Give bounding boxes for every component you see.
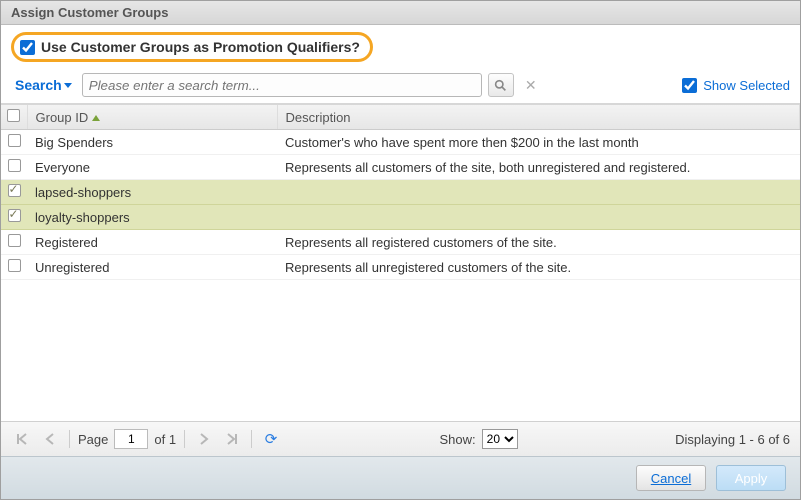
use-qualifiers-checkbox[interactable]: [20, 40, 35, 55]
qualifier-highlight: Use Customer Groups as Promotion Qualifi…: [11, 32, 373, 62]
table-row[interactable]: lapsed-shoppers: [1, 180, 800, 205]
search-input[interactable]: [82, 73, 482, 97]
last-page-icon: [225, 432, 239, 446]
column-header-description[interactable]: Description: [277, 105, 800, 130]
row-checkbox-cell[interactable]: [1, 130, 27, 155]
show-selected-label: Show Selected: [703, 78, 790, 93]
row-description: Customer's who have spent more then $200…: [277, 130, 800, 155]
first-page-icon: [15, 432, 29, 446]
checkbox-icon: [8, 259, 21, 272]
search-dropdown-button[interactable]: Search: [11, 75, 76, 95]
caret-down-icon: [64, 83, 72, 88]
table-container: Group ID Description Big SpendersCustome…: [1, 104, 800, 421]
pager-of-label: of 1: [154, 432, 176, 447]
row-description: [277, 180, 800, 205]
refresh-icon: ⟳: [265, 430, 278, 448]
search-button-label: Search: [15, 77, 62, 93]
customer-groups-table: Group ID Description Big SpendersCustome…: [1, 105, 800, 280]
pager-refresh-button[interactable]: ⟳: [260, 428, 282, 450]
row-group-id: lapsed-shoppers: [27, 180, 277, 205]
show-selected-toggle[interactable]: Show Selected: [682, 78, 790, 93]
row-checkbox-cell[interactable]: [1, 255, 27, 280]
show-selected-checkbox[interactable]: [682, 78, 697, 93]
table-row[interactable]: Big SpendersCustomer's who have spent mo…: [1, 130, 800, 155]
cancel-button[interactable]: Cancel: [636, 465, 706, 491]
row-group-id: loyalty-shoppers: [27, 205, 277, 230]
checkbox-icon: [7, 109, 20, 122]
table-row[interactable]: RegisteredRepresents all registered cust…: [1, 230, 800, 255]
row-description: [277, 205, 800, 230]
use-qualifiers-label: Use Customer Groups as Promotion Qualifi…: [41, 39, 360, 55]
search-clear-button[interactable]: ✕: [520, 74, 542, 96]
dialog-footer: Cancel Apply: [1, 456, 800, 499]
assign-customer-groups-dialog: Assign Customer Groups Use Customer Grou…: [0, 0, 801, 500]
checkbox-icon: [8, 134, 21, 147]
table-header-row: Group ID Description: [1, 105, 800, 130]
search-go-button[interactable]: [488, 73, 514, 97]
row-checkbox-cell[interactable]: [1, 230, 27, 255]
pager-first-button[interactable]: [11, 428, 33, 450]
prev-page-icon: [44, 433, 56, 445]
checkbox-icon: [8, 234, 21, 247]
pager-page-input[interactable]: [114, 429, 148, 449]
row-checkbox-cell[interactable]: [1, 205, 27, 230]
row-description: Represents all unregistered customers of…: [277, 255, 800, 280]
row-description: Represents all customers of the site, bo…: [277, 155, 800, 180]
row-checkbox-cell[interactable]: [1, 155, 27, 180]
close-icon: ✕: [525, 77, 537, 93]
next-page-icon: [198, 433, 210, 445]
pager-page-label: Page: [78, 432, 108, 447]
row-checkbox-cell[interactable]: [1, 180, 27, 205]
checkbox-icon: [8, 209, 21, 222]
column-header-group-id[interactable]: Group ID: [27, 105, 277, 130]
pagination-toolbar: Page of 1 ⟳ Show: 20 Displaying 1 - 6 of…: [1, 421, 800, 456]
row-group-id: Registered: [27, 230, 277, 255]
table-row[interactable]: loyalty-shoppers: [1, 205, 800, 230]
pager-last-button[interactable]: [221, 428, 243, 450]
row-group-id: Big Spenders: [27, 130, 277, 155]
select-all-header[interactable]: [1, 105, 27, 130]
pager-displaying-label: Displaying 1 - 6 of 6: [675, 432, 790, 447]
pager-next-button[interactable]: [193, 428, 215, 450]
checkbox-icon: [8, 184, 21, 197]
checkbox-icon: [8, 159, 21, 172]
pager-page-size-select[interactable]: 20: [482, 429, 518, 449]
qualifier-row: Use Customer Groups as Promotion Qualifi…: [1, 25, 800, 69]
pager-prev-button[interactable]: [39, 428, 61, 450]
apply-button[interactable]: Apply: [716, 465, 786, 491]
row-group-id: Unregistered: [27, 255, 277, 280]
table-row[interactable]: UnregisteredRepresents all unregistered …: [1, 255, 800, 280]
sort-asc-icon: [92, 115, 100, 121]
row-description: Represents all registered customers of t…: [277, 230, 800, 255]
dialog-title: Assign Customer Groups: [1, 1, 800, 25]
search-icon: [494, 79, 507, 92]
search-toolbar: Search ✕ Show Selected: [1, 69, 800, 104]
table-row[interactable]: EveryoneRepresents all customers of the …: [1, 155, 800, 180]
row-group-id: Everyone: [27, 155, 277, 180]
pager-show-label: Show:: [440, 432, 476, 447]
